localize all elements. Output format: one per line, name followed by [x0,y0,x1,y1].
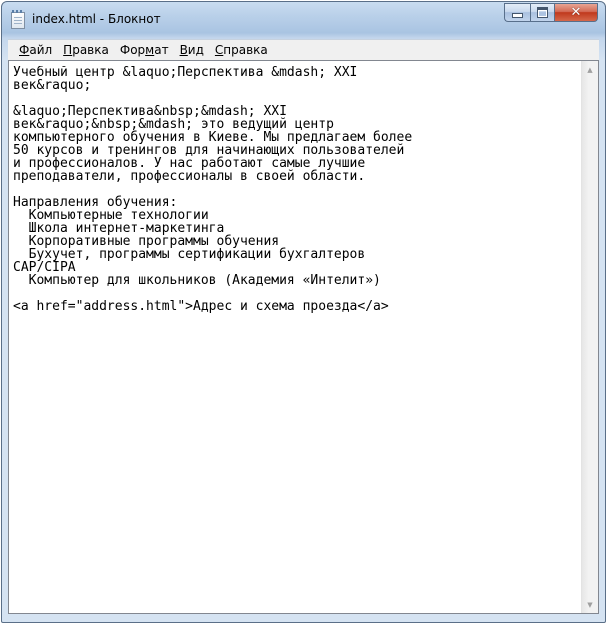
close-button[interactable]: ✕ [555,3,598,22]
menu-format[interactable]: Формат [115,43,174,57]
menu-file-rest: айл [29,43,53,57]
close-icon: ✕ [570,5,582,20]
menu-edit[interactable]: Правка [58,43,114,57]
menu-format-prefix: Фор [119,43,146,57]
menu-help-rest: правка [223,43,268,57]
minimize-button[interactable] [504,3,530,22]
menu-edit-accel: П [63,43,73,57]
menu-view-rest: ид [187,43,204,57]
menu-format-rest: ат [154,43,169,57]
editor-text[interactable]: Учебный центр &laquo;Перспектива &mdash;… [13,66,578,313]
menu-edit-rest: равка [72,43,109,57]
caption-buttons: ✕ [504,3,598,23]
menu-bar: Файл Правка Формат Вид Справка [8,39,599,60]
notepad-icon[interactable] [11,10,25,29]
menu-file[interactable]: Файл [14,43,57,57]
minimize-icon [512,13,523,18]
maximize-button[interactable] [530,3,555,22]
notepad-window: index.html - Блокнот ✕ Файл Правка Форма… [1,1,606,623]
menu-view-accel: В [179,43,188,57]
menu-help[interactable]: Справка [210,43,273,57]
menu-view[interactable]: Вид [175,43,209,57]
vertical-scrollbar[interactable]: ▲ ▼ [581,61,598,613]
menu-file-accel: Ф [19,43,30,57]
scroll-up-arrow-icon[interactable]: ▲ [582,61,598,78]
scroll-down-arrow-icon[interactable]: ▼ [582,596,598,613]
text-editor[interactable]: Учебный центр &laquo;Перспектива &mdash;… [8,60,599,614]
maximize-icon [537,7,548,18]
window-title: index.html - Блокнот [32,12,161,26]
menu-format-accel: м [145,43,155,57]
title-bar[interactable]: index.html - Блокнот ✕ [2,2,605,36]
